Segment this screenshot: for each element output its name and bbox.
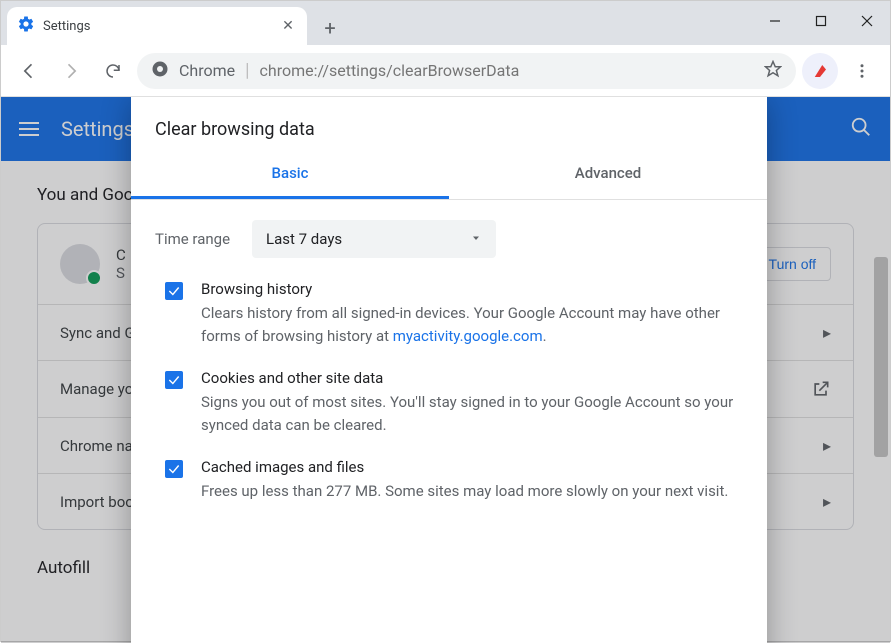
forward-button[interactable] [53, 53, 89, 89]
period: . [543, 327, 547, 345]
new-tab-button[interactable]: + [313, 11, 347, 45]
tab-advanced[interactable]: Advanced [449, 150, 767, 199]
tab-basic[interactable]: Basic [131, 150, 449, 199]
back-button[interactable] [11, 53, 47, 89]
option-desc: Frees up less than 277 MB. Some sites ma… [201, 480, 728, 503]
browser-menu-button[interactable] [844, 53, 880, 89]
tab-title: Settings [43, 19, 271, 34]
window-minimize-button[interactable] [752, 7, 798, 35]
time-range-label: Time range [155, 230, 230, 248]
option-title: Browsing history [201, 280, 743, 298]
checkbox-cache[interactable] [165, 460, 183, 478]
browser-tab-settings[interactable]: Settings ✕ [7, 7, 307, 45]
browser-toolbar: Chrome | chrome://settings/clearBrowserD… [1, 45, 890, 97]
option-title: Cached images and files [201, 458, 728, 476]
url-path: chrome://settings/clearBrowserData [260, 61, 520, 80]
url-origin: Chrome [179, 61, 235, 80]
option-title: Cookies and other site data [201, 369, 743, 387]
site-info-icon[interactable] [151, 60, 169, 82]
window-close-button[interactable] [844, 7, 890, 35]
extension-button[interactable] [802, 53, 838, 89]
bookmark-star-icon[interactable] [764, 60, 782, 82]
time-range-select[interactable]: Last 7 days [252, 220, 496, 258]
gear-icon [17, 15, 35, 37]
option-desc: Clears history from all signed-in device… [201, 302, 743, 347]
url-separator: | [245, 60, 249, 81]
checkbox-cookies[interactable] [165, 371, 183, 389]
checkbox-browsing-history[interactable] [165, 282, 183, 300]
clear-browsing-data-dialog: Clear browsing data Basic Advanced Time … [131, 97, 767, 643]
dialog-title: Clear browsing data [131, 97, 767, 150]
reload-button[interactable] [95, 53, 131, 89]
dropdown-caret-icon [470, 230, 482, 248]
window-maximize-button[interactable] [798, 7, 844, 35]
tab-close-icon[interactable]: ✕ [279, 17, 297, 35]
time-range-value: Last 7 days [266, 230, 342, 248]
myactivity-link[interactable]: myactivity.google.com [393, 327, 543, 345]
omnibox[interactable]: Chrome | chrome://settings/clearBrowserD… [137, 53, 796, 89]
option-desc: Signs you out of most sites. You'll stay… [201, 391, 743, 436]
